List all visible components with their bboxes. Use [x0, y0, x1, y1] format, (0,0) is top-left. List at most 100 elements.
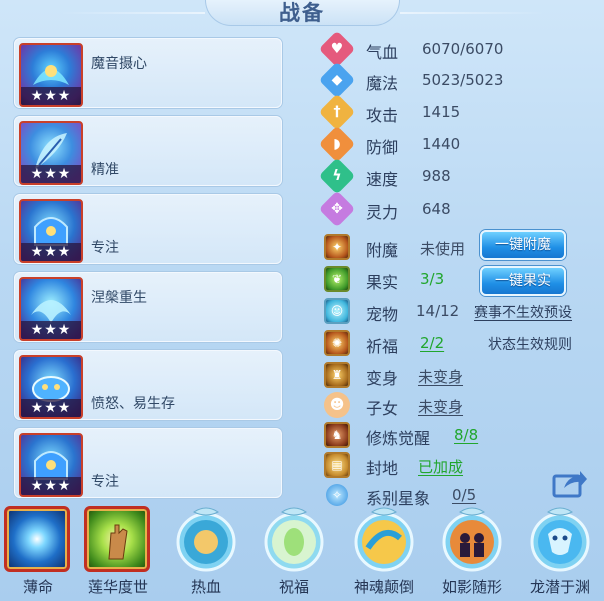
- skill-label: 神魂颠倒: [353, 578, 414, 596]
- stat-value: 1415: [422, 103, 461, 121]
- skill-icon-phoenix: ★★★: [19, 277, 83, 341]
- skill-slot[interactable]: 神魂颠倒: [348, 504, 420, 600]
- title-bar: 战备: [0, 0, 604, 30]
- stat-label: 气血: [366, 43, 399, 62]
- cultivation-icon: ♞: [324, 422, 350, 448]
- skill-label: 热血: [190, 578, 221, 596]
- stat-value[interactable]: 未变身: [418, 366, 463, 387]
- stat-spirit: ✥ 灵力 648: [318, 190, 604, 228]
- star-rating: ★★★: [21, 399, 81, 417]
- stat-attack: † 攻击 1415: [318, 93, 604, 131]
- transform-icon: ♜: [324, 362, 350, 388]
- skill-icon-helmet: ★★★: [19, 433, 83, 497]
- heart-icon: ♥: [318, 30, 356, 68]
- skill-label: 如影随形: [441, 578, 502, 596]
- stat-value: 6070/6070: [422, 40, 504, 58]
- stat-value: 3/3: [420, 270, 445, 288]
- trait-label: 魔音摄心: [91, 56, 147, 72]
- stat-label: 宠物: [366, 305, 399, 324]
- page-title: 战备: [279, 1, 325, 25]
- stat-value[interactable]: 0/5: [452, 486, 476, 504]
- skill-label: 祝福: [278, 578, 309, 596]
- stat-label: 防御: [366, 138, 399, 157]
- sword-icon: †: [318, 93, 356, 131]
- skill-slot[interactable]: 热血: [170, 504, 242, 600]
- skill-slot[interactable]: 龙潜于渊: [524, 504, 596, 600]
- stat-label: 子女: [366, 399, 399, 418]
- skill-label: 莲华度世: [87, 578, 148, 596]
- stat-value: 988: [422, 167, 451, 185]
- stat-value: 5023/5023: [422, 71, 504, 89]
- star-orb-icon: ✧: [326, 484, 348, 506]
- cultivation-row: ♞ 修炼觉醒 8/8: [320, 420, 604, 450]
- trait-label: 涅槃重生: [91, 290, 147, 306]
- child-row: ☻ 子女 未变身: [320, 390, 604, 420]
- skill-icon-helmet: ★★★: [19, 199, 83, 263]
- one-click-enchant-button[interactable]: 一键附魔: [480, 230, 566, 260]
- stat-value[interactable]: 2/2: [420, 334, 444, 352]
- share-icon[interactable]: [552, 468, 588, 498]
- pet-icon: ☺: [324, 298, 350, 324]
- skill-slot[interactable]: 薄命: [2, 504, 74, 600]
- star-rating: ★★★: [21, 243, 81, 261]
- stat-value: 648: [422, 200, 451, 218]
- trait-card[interactable]: ★★★ 精准: [14, 116, 282, 186]
- stat-value: 14/12: [416, 302, 460, 320]
- blessing-icon: [264, 507, 324, 572]
- lotus-hand-icon: [84, 506, 150, 572]
- trait-card[interactable]: ★★★ 专注: [14, 194, 282, 264]
- stat-label: 速度: [366, 170, 399, 189]
- trait-label: 专注: [91, 240, 119, 256]
- fruit-row: ❦ 果实 3/3 一键果实: [320, 264, 604, 296]
- stat-speed: ϟ 速度 988: [318, 157, 604, 195]
- star-rating: ★★★: [21, 321, 81, 339]
- stat-value: 1440: [422, 135, 461, 153]
- shadow-icon: [442, 507, 502, 572]
- status-rules-link[interactable]: 状态生效规则: [488, 334, 572, 354]
- trait-list: ★★★ 魔音摄心 ★★★ 精准 ★★★ 专注 ★★★ 涅槃重生 ★★★ 愤怒、易…: [12, 36, 302, 501]
- stat-label: 变身: [366, 369, 399, 388]
- stat-value[interactable]: 8/8: [454, 426, 478, 444]
- trait-card[interactable]: ★★★ 涅槃重生: [14, 272, 282, 342]
- stat-value[interactable]: 未变身: [418, 396, 463, 417]
- star-rating: ★★★: [21, 87, 81, 105]
- trait-card[interactable]: ★★★ 专注: [14, 428, 282, 498]
- stat-label: 修炼觉醒: [366, 429, 431, 448]
- star-rating: ★★★: [21, 165, 81, 183]
- spirit-icon: ✥: [318, 190, 356, 228]
- orb-icon: [4, 506, 70, 572]
- skill-icon-mask: ★★★: [19, 43, 83, 107]
- mana-icon: ◆: [318, 61, 356, 99]
- trait-card[interactable]: ★★★ 魔音摄心: [14, 38, 282, 108]
- warrior-icon: [176, 507, 236, 572]
- stat-label: 封地: [366, 459, 399, 478]
- child-icon: ☻: [324, 392, 350, 418]
- shield-icon: ◗: [318, 125, 356, 163]
- whirl-icon: [354, 507, 414, 572]
- stat-value[interactable]: 已加成: [418, 456, 463, 477]
- stat-label: 果实: [366, 273, 399, 292]
- preset-link[interactable]: 赛事不生效预设: [474, 302, 572, 322]
- fief-icon: ▤: [324, 452, 350, 478]
- skill-label: 龙潜于渊: [529, 578, 590, 596]
- trait-card[interactable]: ★★★ 愤怒、易生存: [14, 350, 282, 420]
- stat-hp: ♥ 气血 6070/6070: [318, 30, 604, 68]
- stat-label: 附魔: [366, 241, 399, 260]
- stat-defense: ◗ 防御 1440: [318, 125, 604, 163]
- transform-row: ♜ 变身 未变身: [320, 360, 604, 390]
- skill-icon-feather: ★★★: [19, 121, 83, 185]
- stat-label: 祈福: [366, 337, 399, 356]
- one-click-fruit-button[interactable]: 一键果实: [480, 266, 566, 296]
- skill-slot[interactable]: 如影随形: [436, 504, 508, 600]
- skill-icon-beast: ★★★: [19, 355, 83, 419]
- skill-slot[interactable]: 祝福: [258, 504, 330, 600]
- blessing-row: ✺ 祈福 2/2 状态生效规则: [320, 328, 604, 358]
- trait-label: 精准: [91, 162, 119, 178]
- fruit-icon: ❦: [324, 266, 350, 292]
- enchant-icon: ✦: [324, 234, 350, 260]
- pet-row: ☺ 宠物 14/12 赛事不生效预设: [320, 296, 604, 326]
- lightning-icon: ϟ: [318, 157, 356, 195]
- stat-mp: ◆ 魔法 5023/5023: [318, 61, 604, 99]
- skill-slot[interactable]: 莲华度世: [82, 504, 154, 600]
- trait-label: 愤怒、易生存: [91, 396, 175, 412]
